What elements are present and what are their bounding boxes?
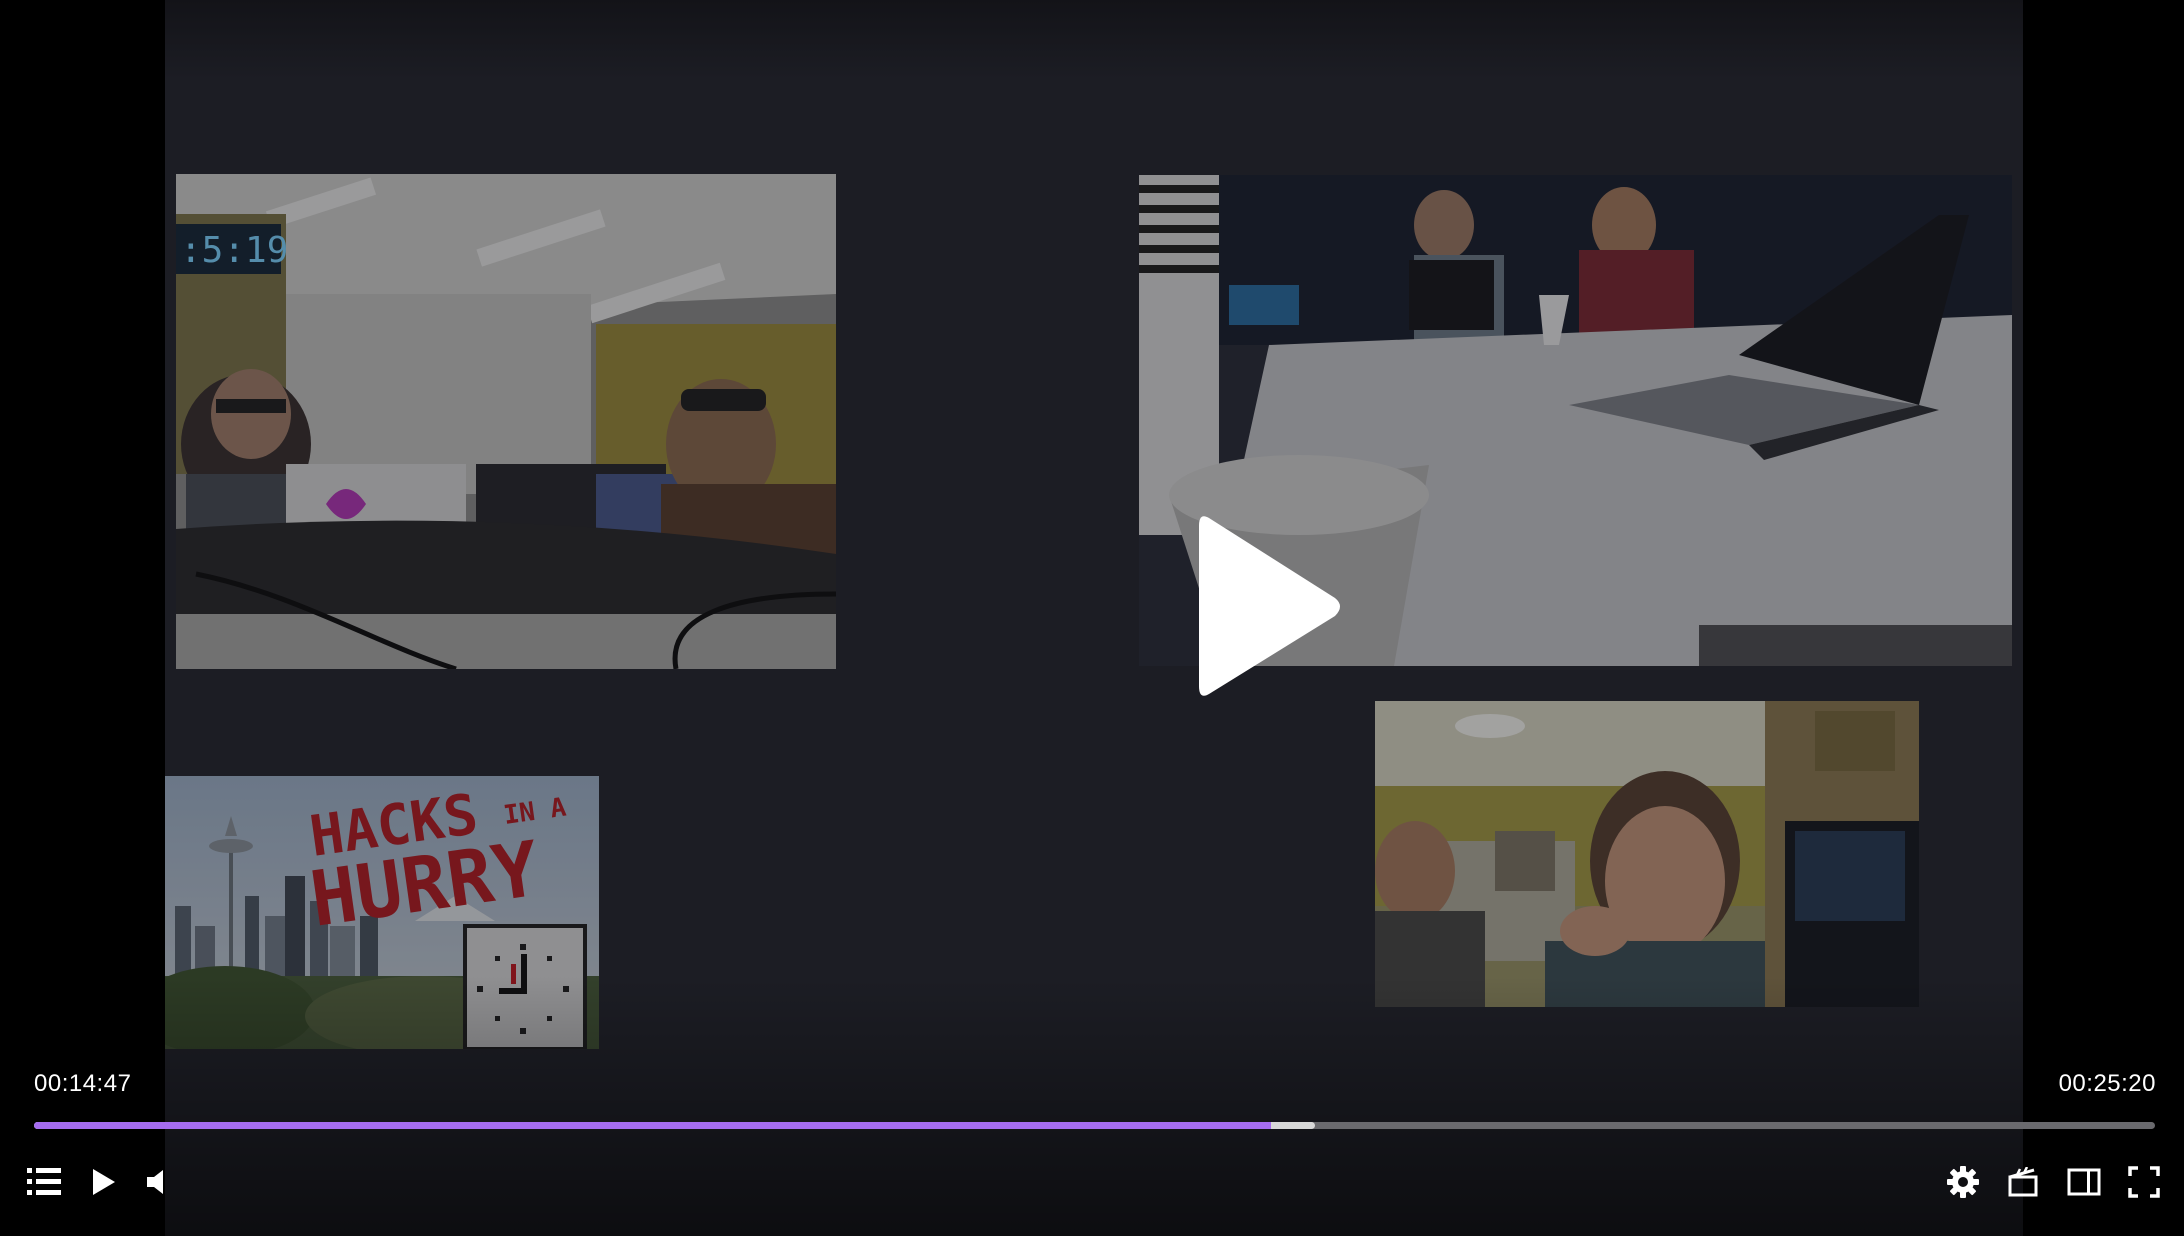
playlist-button[interactable] [22, 1160, 66, 1204]
volume-icon [147, 1170, 163, 1194]
clapperboard-icon [2008, 1167, 2038, 1197]
current-time: 00:14:47 [34, 1070, 132, 1097]
video-stage[interactable]: :5:19 HACKS IN A HURRY [165, 0, 2023, 1236]
total-duration: 00:25:20 [2058, 1070, 2156, 1097]
play-icon [1199, 516, 1340, 696]
play-button[interactable] [82, 1160, 126, 1204]
center-play-button[interactable] [1195, 512, 1345, 700]
top-gradient [165, 0, 2023, 80]
logo-tile: HACKS IN A HURRY [165, 776, 599, 1049]
fullscreen-button[interactable] [2122, 1160, 2166, 1204]
seek-bar[interactable] [34, 1122, 2155, 1129]
fullscreen-icon [2128, 1166, 2160, 1198]
camera-webcam-tile [1375, 701, 1919, 1007]
settings-button[interactable] [1941, 1160, 1985, 1204]
gear-icon [1947, 1166, 1979, 1198]
theater-mode-button[interactable] [2062, 1160, 2106, 1204]
clips-button[interactable] [2001, 1160, 2045, 1204]
svg-text::5:19: :5:19 [180, 230, 288, 271]
play-icon [93, 1169, 115, 1195]
theater-mode-icon [2067, 1168, 2101, 1196]
playlist-icon [27, 1168, 61, 1195]
volume-button[interactable] [138, 1160, 182, 1204]
camera-studio-tile: :5:19 [176, 174, 836, 669]
seek-bar-played [34, 1122, 1271, 1129]
